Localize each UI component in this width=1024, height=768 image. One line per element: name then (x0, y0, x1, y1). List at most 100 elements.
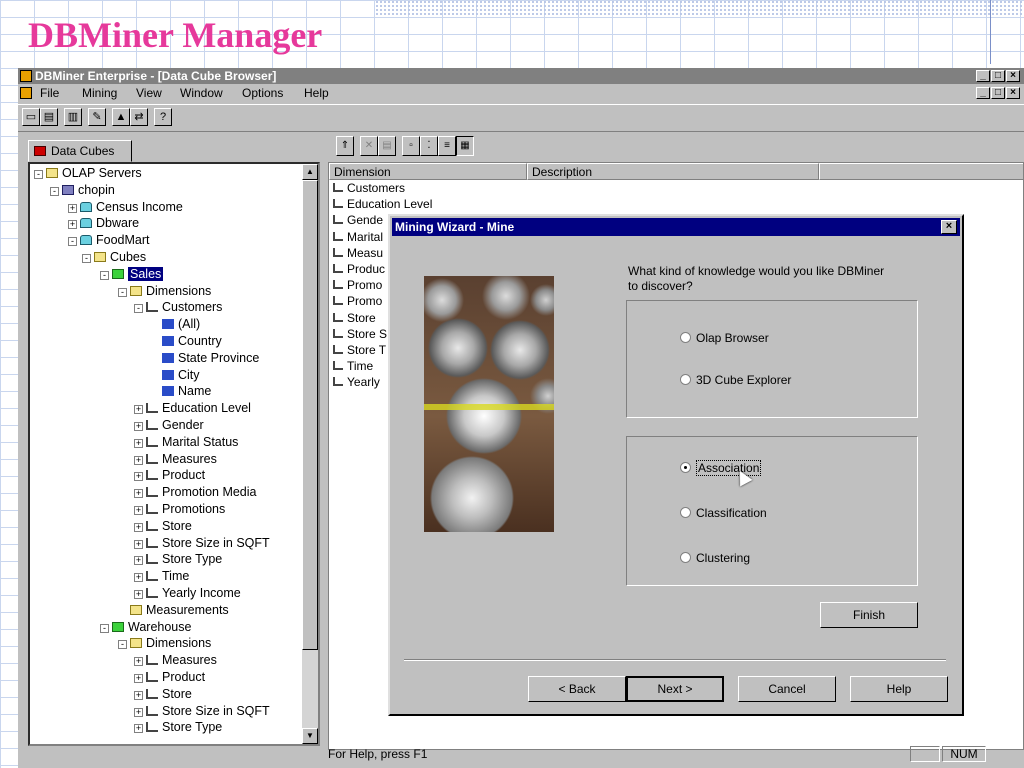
tree-node[interactable]: - chopin (50, 182, 115, 198)
tree-node[interactable]: Name (150, 383, 211, 399)
list-item[interactable]: Measu (333, 246, 383, 260)
tree-node[interactable]: + Store Size in SQFT (134, 535, 270, 551)
list-item[interactable]: Education Level (333, 197, 432, 211)
radio-classification-dot[interactable] (680, 507, 691, 518)
minimize-button[interactable]: _ (976, 70, 990, 82)
next-button[interactable]: Next > (626, 676, 724, 702)
column-empty[interactable] (819, 163, 1023, 180)
large-icons-icon[interactable]: ▫ (402, 136, 420, 156)
details-view-icon[interactable]: ▦ (456, 136, 474, 156)
tree-node[interactable]: + Marital Status (134, 434, 238, 450)
tree-node[interactable]: + Measures (134, 451, 217, 467)
doc-maximize-button[interactable]: □ (991, 87, 1005, 99)
menu-file[interactable]: File (40, 84, 59, 102)
tree-node[interactable]: + Education Level (134, 400, 251, 416)
collapse-icon[interactable]: - (118, 640, 127, 650)
collapse-icon[interactable]: - (68, 237, 77, 247)
tab-data-cubes[interactable]: Data Cubes (28, 140, 132, 162)
print-icon[interactable]: ▤ (40, 108, 58, 126)
cube-tree[interactable]: ▲ ▼ - OLAP Servers - chopin + Census Income + D… (28, 162, 320, 746)
expand-icon[interactable]: + (134, 573, 143, 583)
expand-icon[interactable]: + (134, 539, 143, 549)
tree-node[interactable]: + Store Type (134, 551, 222, 567)
column-dimension[interactable]: Dimension (329, 163, 527, 180)
menu-mining[interactable]: Mining (82, 84, 117, 102)
radio-clustering-dot[interactable] (680, 552, 691, 563)
tree-node[interactable]: + Census Income (68, 199, 183, 215)
tree-node[interactable]: Measurements (118, 602, 229, 618)
tree-node[interactable]: + Gender (134, 417, 204, 433)
tree-node[interactable]: Country (150, 333, 222, 349)
radio-3d-cube-explorer-dot[interactable] (680, 374, 691, 385)
expand-icon[interactable]: + (134, 489, 143, 499)
menu-window[interactable]: Window (180, 84, 223, 102)
tree-node[interactable]: City (150, 367, 200, 383)
cancel-button[interactable]: Cancel (738, 676, 836, 702)
radio-classification[interactable]: Classification (680, 505, 767, 521)
tree-node[interactable]: (All) (150, 316, 200, 332)
list-view-icon[interactable]: ≡ (438, 136, 456, 156)
doc-close-button[interactable]: × (1006, 87, 1020, 99)
tree-node[interactable]: + Store (134, 686, 192, 702)
finish-button[interactable]: Finish (820, 602, 918, 628)
expand-icon[interactable]: + (134, 657, 143, 667)
radio-olap-browser[interactable]: Olap Browser (680, 330, 769, 346)
expand-icon[interactable]: + (134, 522, 143, 532)
radio-clustering[interactable]: Clustering (680, 550, 750, 566)
list-item[interactable]: Customers (333, 181, 405, 195)
scroll-thumb[interactable] (302, 180, 318, 650)
dialog-titlebar[interactable]: Mining Wizard - Mine × (392, 218, 960, 236)
close-window-button[interactable]: × (1006, 70, 1020, 82)
list-item[interactable]: Promo (333, 278, 382, 292)
menu-options[interactable]: Options (242, 84, 283, 102)
tree-node[interactable]: + Promotions (134, 501, 225, 517)
expand-icon[interactable]: + (134, 472, 143, 482)
expand-icon[interactable]: + (134, 707, 143, 717)
expand-icon[interactable]: + (134, 506, 143, 515)
expand-icon[interactable]: + (134, 422, 143, 431)
radio-olap-browser-dot[interactable] (680, 332, 691, 343)
app-titlebar[interactable]: DBMiner Enterprise - [Data Cube Browser]… (18, 68, 1024, 84)
tree-node[interactable]: + Product (134, 467, 205, 483)
save-icon[interactable]: ▭ (22, 108, 40, 126)
collapse-icon[interactable]: - (100, 623, 109, 633)
radio-association-dot[interactable] (680, 462, 691, 473)
list-item[interactable]: Produc (333, 262, 385, 276)
list-item[interactable]: Yearly (333, 375, 380, 389)
tree-node[interactable]: - Dimensions (118, 283, 211, 299)
tree-node[interactable]: - Customers (134, 299, 222, 315)
scroll-down-icon[interactable]: ▼ (302, 728, 318, 744)
expand-icon[interactable]: + (134, 690, 143, 700)
expand-icon[interactable]: + (134, 556, 143, 566)
tree-node[interactable]: - FoodMart (68, 232, 150, 248)
help-button[interactable]: Help (850, 676, 948, 702)
expand-icon[interactable]: + (68, 220, 77, 230)
menu-view[interactable]: View (136, 84, 162, 102)
tree-node[interactable]: + Promotion Media (134, 484, 257, 500)
properties-disabled-icon[interactable]: ▤ (378, 136, 396, 156)
tree-node[interactable]: + Product (134, 669, 205, 685)
tree-node[interactable]: State Province (150, 350, 259, 366)
tree-node[interactable]: - Cubes (82, 249, 146, 265)
collapse-icon[interactable]: - (34, 170, 43, 179)
delete-icon[interactable]: ✕ (360, 136, 378, 156)
chart-icon[interactable]: ▲ (112, 108, 130, 126)
maximize-button[interactable]: □ (991, 70, 1005, 82)
list-item[interactable]: Store T (333, 343, 386, 357)
list-item[interactable]: Gende (333, 213, 383, 227)
back-button[interactable]: < Back (528, 676, 626, 702)
expand-icon[interactable]: + (134, 455, 143, 465)
help-icon[interactable]: ? (154, 108, 172, 126)
tree-node[interactable]: - Warehouse (100, 619, 191, 635)
doc-minimize-button[interactable]: _ (976, 87, 990, 99)
properties-icon[interactable]: ▥ (64, 108, 82, 126)
tree-node[interactable]: + Dbware (68, 215, 139, 231)
expand-icon[interactable]: + (68, 203, 77, 213)
document-icon[interactable] (20, 87, 32, 99)
tree-node[interactable]: + Yearly Income (134, 585, 241, 601)
list-item[interactable]: Time (333, 359, 373, 373)
list-item[interactable]: Marital (333, 230, 383, 244)
collapse-icon[interactable]: - (134, 304, 143, 314)
scroll-up-icon[interactable]: ▲ (302, 164, 318, 180)
tree-node[interactable]: - OLAP Servers (34, 165, 142, 181)
